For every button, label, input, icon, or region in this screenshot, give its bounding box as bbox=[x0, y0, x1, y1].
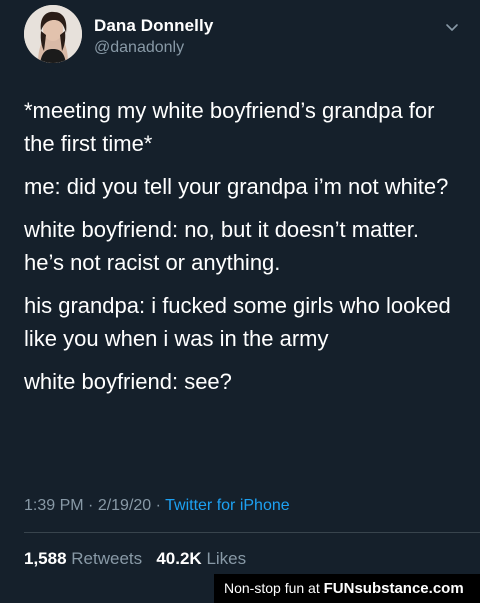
chevron-down-icon[interactable] bbox=[444, 19, 460, 35]
site-watermark: Non-stop fun at FUNsubstance.com bbox=[214, 574, 480, 603]
meta-separator: · bbox=[151, 497, 166, 514]
tweet-paragraph: me: did you tell your grandpa i’m not wh… bbox=[24, 174, 449, 199]
tweet-text: *meeting my white boyfriend’s grandpa fo… bbox=[24, 94, 464, 408]
likes-count: 40.2K bbox=[156, 549, 202, 568]
profile-photo-icon bbox=[24, 5, 82, 63]
tweet-paragraph: white boyfriend: no, but it doesn’t matt… bbox=[24, 217, 420, 275]
avatar[interactable] bbox=[24, 5, 82, 63]
tweet-source-link[interactable]: Twitter for iPhone bbox=[165, 497, 290, 514]
divider bbox=[24, 532, 480, 533]
meta-separator: · bbox=[83, 497, 98, 514]
tweet-time[interactable]: 1:39 PM bbox=[24, 497, 84, 514]
tweet-card: Dana Donnelly @danadonly *meeting my whi… bbox=[0, 0, 480, 603]
display-name[interactable]: Dana Donnelly bbox=[94, 16, 213, 36]
watermark-prefix: Non-stop fun at bbox=[224, 580, 324, 596]
tweet-metadata: 1:39 PM · 2/19/20 · Twitter for iPhone bbox=[24, 497, 290, 515]
tweet-paragraph: white boyfriend: see? bbox=[24, 369, 232, 394]
retweets-label: Retweets bbox=[71, 549, 143, 568]
retweets-count: 1,588 bbox=[24, 549, 67, 568]
tweet-paragraph: *meeting my white boyfriend’s grandpa fo… bbox=[24, 98, 435, 156]
user-handle[interactable]: @danadonly bbox=[94, 39, 184, 57]
retweets-stat[interactable]: 1,588 Retweets bbox=[24, 549, 142, 568]
tweet-header: Dana Donnelly @danadonly bbox=[24, 5, 464, 69]
likes-label: Likes bbox=[206, 549, 247, 568]
engagement-stats: 1,588 Retweets 40.2K Likes bbox=[24, 549, 246, 569]
likes-stat[interactable]: 40.2K Likes bbox=[156, 549, 246, 568]
tweet-paragraph: his grandpa: i fucked some girls who loo… bbox=[24, 293, 451, 351]
watermark-brand: FUNsubstance.com bbox=[323, 580, 464, 597]
tweet-date[interactable]: 2/19/20 bbox=[98, 497, 151, 514]
